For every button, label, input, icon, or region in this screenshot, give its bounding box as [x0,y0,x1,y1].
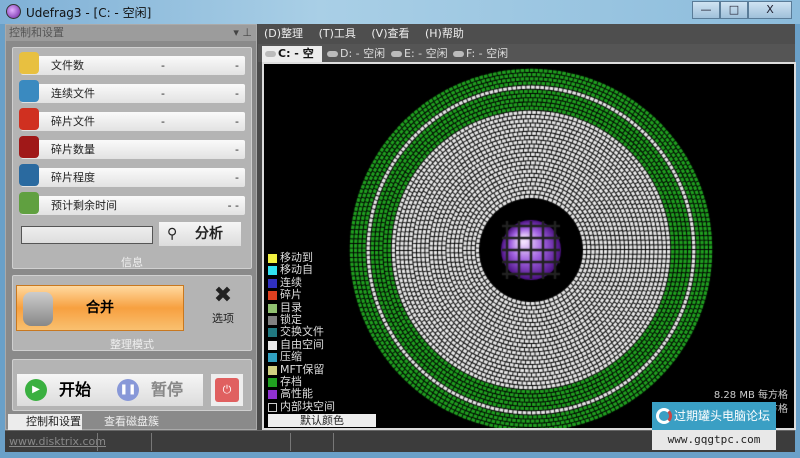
stat-row: 预计剩余时间 - - [19,192,245,215]
mb-per-block: 8.28 MB 每方格 [713,390,788,401]
menu-tools[interactable]: (T)工具 [319,27,356,40]
stat-value: - [161,115,165,128]
tab-control-settings[interactable]: 控制和设置 [8,414,82,430]
pause-icon: ❚❚ [117,379,139,401]
default-colors-button[interactable]: 默认颜色 [268,414,376,427]
action-group: ▶ 开始 ❚❚ 暂停 ⏻ [12,359,252,411]
app-window: 控制和设置 ▾ ⊥ 文件数 - - 连续文件 - - 碎片文件 - - 碎片数量 - 碎片程度 - 预计剩余… [5,24,796,452]
stat-row: 文件数 - - [19,52,245,75]
play-icon: ▶ [25,379,47,401]
search-icon: ⚲ [167,226,178,242]
menu-help[interactable]: (H)帮助 [425,27,464,40]
pin-icon[interactable]: ▾ ⊥ [233,25,252,41]
disk-map[interactable]: 移动到 移动自 连续 碎片 目录 锁定 交换文件 自由空间 压缩 MFT保留 存档 高性能 内部块空间 … [262,62,796,430]
stop-button[interactable]: ⏻ [211,374,243,406]
mode-group-label: 整理模式 [110,338,154,351]
legend-swatch [268,266,277,276]
stat-value: - [161,87,165,100]
menu-bar: (D)整理 (T)工具 (V)查看 (H)帮助 [258,24,795,44]
stopwatch-icon [19,192,39,214]
minimize-button[interactable]: — [692,1,720,19]
merge-button[interactable]: 合并 [16,285,184,331]
stat-value-2: - [235,87,239,100]
pause-button[interactable]: ❚❚ 暂停 [113,374,203,406]
maximize-button[interactable]: □ [720,1,748,19]
merge-label: 合并 [86,300,114,316]
menu-defrag[interactable]: (D)整理 [264,27,303,40]
stat-value-2: - [235,143,239,156]
stat-row: 碎片文件 - - [19,108,245,131]
legend: 移动到 移动自 连续 碎片 目录 锁定 交换文件 自由空间 压缩 MFT保留 存档 高性能 内部块空间 [268,252,335,413]
stat-value-2: - [235,59,239,72]
legend-item: 内部块空间 [268,400,335,413]
stat-label: 文件数 [51,59,84,72]
fragmentation-level-icon [19,164,39,186]
close-button[interactable]: X [748,1,792,19]
legend-swatch [268,377,277,387]
legend-swatch [268,402,277,412]
stat-value-2: - [235,115,239,128]
app-icon [6,4,21,19]
stat-label: 碎片程度 [51,171,95,184]
drive-icon [327,51,338,57]
fragments-count-icon [19,136,39,158]
drive-tabs: C: - 空闲 D: - 空闲 E: - 空闲 F: - 空闲 [258,44,795,76]
legend-swatch [268,390,277,400]
legend-swatch [268,315,277,325]
stat-label: 连续文件 [51,87,95,100]
window-title: Udefrag3 - [C: - 空闲] [26,6,152,20]
watermark-logo-icon [656,408,672,424]
start-button[interactable]: ▶ 开始 [21,374,113,406]
stat-value: - [161,59,165,72]
tab-cluster-view[interactable]: 查看磁盘簇 [86,414,166,430]
legend-swatch [268,254,277,263]
legend-swatch [268,303,277,313]
legend-swatch [268,353,277,363]
watermark: 过期罐头电脑论坛 www.gqgtpc.com [652,402,776,452]
stat-value-2: - [235,171,239,184]
stat-label: 碎片文件 [51,115,95,128]
info-group: 文件数 - - 连续文件 - - 碎片文件 - - 碎片数量 - 碎片程度 - 预计剩余时间 - - ⚲ 分析… [12,47,252,269]
panel-title: 控制和设置 [9,26,64,39]
stop-icon: ⏻ [215,378,239,402]
stat-row: 碎片程度 - [19,164,245,187]
fragmented-files-icon [19,108,39,130]
website-link[interactable]: www.disktrix.com [9,435,106,448]
drive-icon [265,51,276,57]
disk-cluster-map[interactable] [264,64,794,428]
tab-drive-d[interactable]: D: - 空闲 [324,46,386,62]
drive-icon [453,51,464,57]
legend-swatch [268,328,277,338]
drive-icon [391,51,402,57]
stat-label: 碎片数量 [51,143,95,156]
database-icon [23,292,53,326]
title-bar: Udefrag3 - [C: - 空闲] — □ X [0,0,800,24]
legend-swatch [268,340,277,350]
folder-icon [19,52,39,74]
stat-row: 连续文件 - - [19,80,245,103]
contiguous-files-icon [19,80,39,102]
analyze-button[interactable]: ⚲ 分析 [159,222,241,246]
legend-swatch [268,291,277,301]
legend-swatch [268,365,277,375]
tab-drive-c[interactable]: C: - 空闲 [262,46,322,76]
info-field[interactable] [21,226,153,244]
menu-view[interactable]: (V)查看 [371,27,409,40]
legend-swatch [268,278,277,288]
stat-value-2: - - [227,199,239,212]
options-button[interactable]: ✖ 选项 [203,282,243,326]
tab-drive-e[interactable]: E: - 空闲 [388,46,450,62]
info-group-label: 信息 [121,256,143,269]
stat-label: 预计剩余时间 [51,199,117,212]
stat-row: 碎片数量 - [19,136,245,159]
control-panel: 控制和设置 ▾ ⊥ 文件数 - - 连续文件 - - 碎片文件 - - 碎片数量 - 碎片程度 - 预计剩余… [5,24,257,430]
tab-drive-f[interactable]: F: - 空闲 [450,46,512,62]
tools-icon: ✖ [213,283,233,308]
